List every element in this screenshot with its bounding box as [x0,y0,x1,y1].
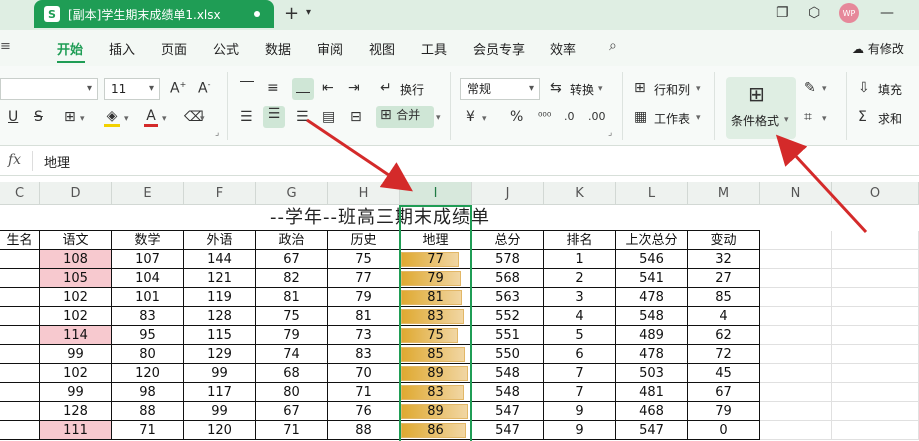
cell-value: 83 [427,385,444,400]
cell-value: 81 [427,290,444,305]
cell-value: 86 [427,423,444,438]
arrow-to-column-i [306,118,413,192]
cell-value: 75 [427,328,444,343]
cell-value: 89 [427,404,444,419]
cell-value: 85 [427,347,444,362]
cell-value: 83 [427,309,444,324]
arrow-to-conditional-format [775,134,868,234]
cell-value: 77 [427,252,444,267]
cell-value: 89 [427,366,444,381]
cell-value: 79 [427,271,444,286]
annotation-arrows [306,118,868,234]
